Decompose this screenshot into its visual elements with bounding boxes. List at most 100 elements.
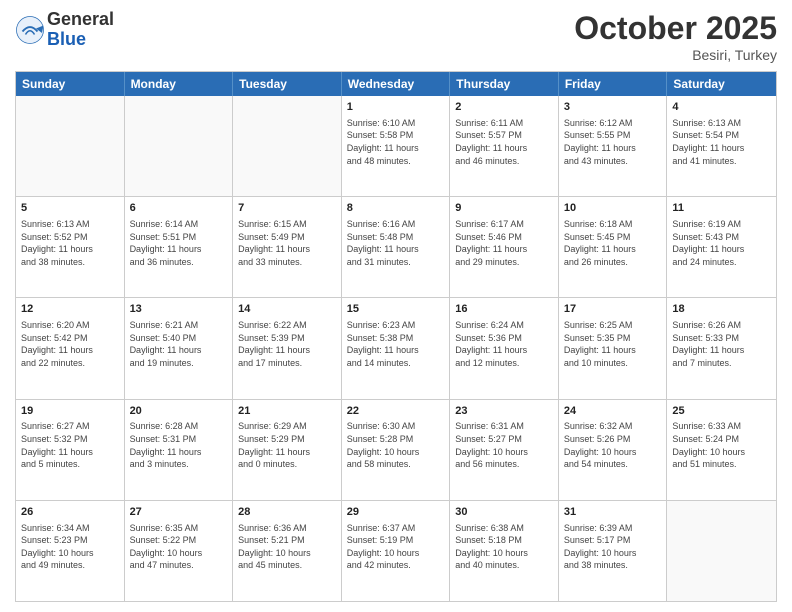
day-info: Sunrise: 6:39 AM Sunset: 5:17 PM Dayligh…: [564, 522, 662, 572]
logo-general-text: General: [47, 10, 114, 30]
calendar-day-13: 13Sunrise: 6:21 AM Sunset: 5:40 PM Dayli…: [125, 298, 234, 398]
logo-blue-text: Blue: [47, 30, 114, 50]
calendar-empty-cell: [233, 96, 342, 196]
day-info: Sunrise: 6:29 AM Sunset: 5:29 PM Dayligh…: [238, 420, 336, 470]
day-info: Sunrise: 6:35 AM Sunset: 5:22 PM Dayligh…: [130, 522, 228, 572]
calendar-day-28: 28 Sunrise: 6:36 AM Sunset: 5:21 PM Dayli…: [233, 501, 342, 601]
day-number: 22: [347, 404, 445, 419]
day-number: 2: [455, 100, 553, 115]
calendar-empty-cell: [125, 96, 234, 196]
day-number: 13: [130, 302, 228, 317]
header-day-friday: Friday: [559, 72, 668, 96]
location: Besiri, Turkey: [574, 47, 777, 63]
month-title: October 2025: [574, 10, 777, 47]
logo: General Blue: [15, 10, 114, 50]
calendar-day-14: 14Sunrise: 6:22 AM Sunset: 5:39 PM Dayli…: [233, 298, 342, 398]
header-day-monday: Monday: [125, 72, 234, 96]
calendar-day-26: 26Sunrise: 6:34 AM Sunset: 5:23 PM Dayli…: [16, 501, 125, 601]
calendar-day-19: 19Sunrise: 6:27 AM Sunset: 5:32 PM Dayli…: [16, 400, 125, 500]
calendar-day-15: 15 Sunrise: 6:23 AM Sunset: 5:38 PM Dayli…: [342, 298, 451, 398]
day-number: 3: [564, 100, 662, 115]
title-block: October 2025 Besiri, Turkey: [574, 10, 777, 63]
day-number: 1: [347, 100, 445, 115]
header-day-thursday: Thursday: [450, 72, 559, 96]
logo-text: General Blue: [47, 10, 114, 50]
calendar-day-25: 25Sunrise: 6:33 AM Sunset: 5:24 PM Dayli…: [667, 400, 776, 500]
day-number: 8: [347, 201, 445, 216]
day-number: 28: [238, 505, 336, 520]
day-info: Sunrise: 6:12 AM Sunset: 5:55 PM Dayligh…: [564, 117, 662, 167]
day-number: 7: [238, 201, 336, 216]
day-number: 10: [564, 201, 662, 216]
calendar-day-8: 8 Sunrise: 6:16 AM Sunset: 5:48 PM Daylig…: [342, 197, 451, 297]
day-info: Sunrise: 6:25 AM Sunset: 5:35 PM Dayligh…: [564, 319, 662, 369]
day-info: Sunrise: 6:17 AM Sunset: 5:46 PM Dayligh…: [455, 218, 553, 268]
calendar-day-11: 11 Sunrise: 6:19 AM Sunset: 5:43 PM Dayli…: [667, 197, 776, 297]
day-info: Sunrise: 6:26 AM Sunset: 5:33 PM Dayligh…: [672, 319, 771, 369]
day-info: Sunrise: 6:15 AM Sunset: 5:49 PM Dayligh…: [238, 218, 336, 268]
page: General Blue October 2025 Besiri, Turkey…: [0, 0, 792, 612]
day-number: 21: [238, 404, 336, 419]
calendar-week-4: 19Sunrise: 6:27 AM Sunset: 5:32 PM Dayli…: [16, 399, 776, 500]
day-number: 27: [130, 505, 228, 520]
calendar-day-4: 4Sunrise: 6:13 AM Sunset: 5:54 PM Daylig…: [667, 96, 776, 196]
calendar-day-27: 27 Sunrise: 6:35 AM Sunset: 5:22 PM Dayli…: [125, 501, 234, 601]
calendar-day-21: 21Sunrise: 6:29 AM Sunset: 5:29 PM Dayli…: [233, 400, 342, 500]
day-info: Sunrise: 6:10 AM Sunset: 5:58 PM Dayligh…: [347, 117, 445, 167]
calendar-day-22: 22Sunrise: 6:30 AM Sunset: 5:28 PM Dayli…: [342, 400, 451, 500]
header: General Blue October 2025 Besiri, Turkey: [15, 10, 777, 63]
day-info: Sunrise: 6:30 AM Sunset: 5:28 PM Dayligh…: [347, 420, 445, 470]
day-info: Sunrise: 6:16 AM Sunset: 5:48 PM Dayligh…: [347, 218, 445, 268]
day-number: 20: [130, 404, 228, 419]
calendar-day-30: 30Sunrise: 6:38 AM Sunset: 5:18 PM Dayli…: [450, 501, 559, 601]
calendar-day-1: 1 Sunrise: 6:10 AM Sunset: 5:58 PM Daylig…: [342, 96, 451, 196]
day-number: 5: [21, 201, 119, 216]
day-number: 17: [564, 302, 662, 317]
calendar-day-23: 23Sunrise: 6:31 AM Sunset: 5:27 PM Dayli…: [450, 400, 559, 500]
day-info: Sunrise: 6:33 AM Sunset: 5:24 PM Dayligh…: [672, 420, 771, 470]
day-info: Sunrise: 6:27 AM Sunset: 5:32 PM Dayligh…: [21, 420, 119, 470]
calendar-day-2: 2 Sunrise: 6:11 AM Sunset: 5:57 PM Daylig…: [450, 96, 559, 196]
calendar-body: 1 Sunrise: 6:10 AM Sunset: 5:58 PM Daylig…: [16, 96, 776, 601]
day-number: 24: [564, 404, 662, 419]
calendar-header: SundayMondayTuesdayWednesdayThursdayFrid…: [16, 72, 776, 96]
header-day-wednesday: Wednesday: [342, 72, 451, 96]
calendar-day-20: 20Sunrise: 6:28 AM Sunset: 5:31 PM Dayli…: [125, 400, 234, 500]
day-number: 26: [21, 505, 119, 520]
day-number: 4: [672, 100, 771, 115]
day-info: Sunrise: 6:37 AM Sunset: 5:19 PM Dayligh…: [347, 522, 445, 572]
calendar-week-3: 12Sunrise: 6:20 AM Sunset: 5:42 PM Dayli…: [16, 297, 776, 398]
calendar-week-2: 5 Sunrise: 6:13 AM Sunset: 5:52 PM Daylig…: [16, 196, 776, 297]
calendar-week-5: 26Sunrise: 6:34 AM Sunset: 5:23 PM Dayli…: [16, 500, 776, 601]
day-info: Sunrise: 6:19 AM Sunset: 5:43 PM Dayligh…: [672, 218, 771, 268]
day-info: Sunrise: 6:11 AM Sunset: 5:57 PM Dayligh…: [455, 117, 553, 167]
day-info: Sunrise: 6:24 AM Sunset: 5:36 PM Dayligh…: [455, 319, 553, 369]
calendar-day-16: 16 Sunrise: 6:24 AM Sunset: 5:36 PM Dayli…: [450, 298, 559, 398]
day-number: 16: [455, 302, 553, 317]
day-number: 15: [347, 302, 445, 317]
calendar-day-17: 17 Sunrise: 6:25 AM Sunset: 5:35 PM Dayli…: [559, 298, 668, 398]
calendar-empty-cell: [667, 501, 776, 601]
day-info: Sunrise: 6:18 AM Sunset: 5:45 PM Dayligh…: [564, 218, 662, 268]
calendar-day-24: 24Sunrise: 6:32 AM Sunset: 5:26 PM Dayli…: [559, 400, 668, 500]
day-info: Sunrise: 6:28 AM Sunset: 5:31 PM Dayligh…: [130, 420, 228, 470]
calendar-day-29: 29 Sunrise: 6:37 AM Sunset: 5:19 PM Dayli…: [342, 501, 451, 601]
header-day-tuesday: Tuesday: [233, 72, 342, 96]
day-info: Sunrise: 6:32 AM Sunset: 5:26 PM Dayligh…: [564, 420, 662, 470]
calendar: SundayMondayTuesdayWednesdayThursdayFrid…: [15, 71, 777, 602]
day-info: Sunrise: 6:22 AM Sunset: 5:39 PM Dayligh…: [238, 319, 336, 369]
day-info: Sunrise: 6:36 AM Sunset: 5:21 PM Dayligh…: [238, 522, 336, 572]
day-number: 30: [455, 505, 553, 520]
day-number: 18: [672, 302, 771, 317]
header-day-sunday: Sunday: [16, 72, 125, 96]
calendar-day-3: 3 Sunrise: 6:12 AM Sunset: 5:55 PM Daylig…: [559, 96, 668, 196]
calendar-day-6: 6Sunrise: 6:14 AM Sunset: 5:51 PM Daylig…: [125, 197, 234, 297]
day-number: 29: [347, 505, 445, 520]
day-info: Sunrise: 6:13 AM Sunset: 5:52 PM Dayligh…: [21, 218, 119, 268]
day-info: Sunrise: 6:23 AM Sunset: 5:38 PM Dayligh…: [347, 319, 445, 369]
day-info: Sunrise: 6:20 AM Sunset: 5:42 PM Dayligh…: [21, 319, 119, 369]
day-info: Sunrise: 6:14 AM Sunset: 5:51 PM Dayligh…: [130, 218, 228, 268]
day-info: Sunrise: 6:31 AM Sunset: 5:27 PM Dayligh…: [455, 420, 553, 470]
day-number: 11: [672, 201, 771, 216]
calendar-empty-cell: [16, 96, 125, 196]
